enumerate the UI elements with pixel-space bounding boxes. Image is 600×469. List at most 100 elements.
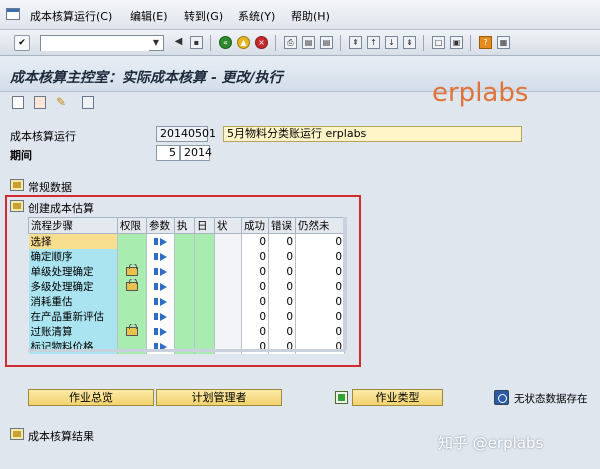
costing-results-section-label[interactable]: 成本核算结果 [28, 428, 94, 444]
results-toggle-icon[interactable] [10, 428, 24, 440]
execute-cell[interactable] [174, 324, 195, 339]
previous-page-icon[interactable]: ↑ [367, 36, 380, 49]
grid-scrollbar[interactable] [343, 217, 347, 350]
parameter-arrow-icon[interactable] [153, 327, 168, 336]
log-cell[interactable] [194, 324, 215, 339]
parameter-arrow-icon[interactable] [153, 237, 168, 246]
parameter-cell[interactable] [146, 249, 175, 264]
parameter-cell[interactable] [146, 264, 175, 279]
dropdown-arrow-icon[interactable]: ▼ [150, 37, 162, 49]
costing-run-description-field[interactable]: 5月物料分类账运行 erplabs [223, 126, 522, 142]
column-header-permission[interactable]: 权限 [117, 217, 147, 234]
general-data-section-label[interactable]: 常规数据 [28, 179, 72, 195]
parameter-cell[interactable] [146, 233, 175, 249]
column-header-log[interactable]: 日 [194, 217, 215, 234]
execute-cell[interactable] [174, 279, 195, 294]
parameter-arrow-icon[interactable] [153, 312, 168, 321]
command-input[interactable] [41, 36, 149, 51]
parameter-arrow-icon[interactable] [153, 267, 168, 276]
log-cell[interactable] [194, 249, 215, 264]
lock-icon[interactable] [126, 279, 138, 291]
display-icon[interactable] [82, 96, 94, 109]
execute-cell[interactable] [174, 249, 195, 264]
window-menu-icon[interactable] [6, 8, 20, 20]
column-header-parameter[interactable]: 参数 [146, 217, 175, 234]
permission-cell[interactable] [117, 264, 147, 279]
plan-manager-button[interactable]: 计划管理者 [156, 389, 282, 406]
execute-cell[interactable] [174, 233, 195, 249]
column-header-status[interactable]: 状 [214, 217, 242, 234]
step-name-cell[interactable]: 消耗重估 [28, 294, 118, 309]
step-name-cell[interactable]: 单级处理确定 [28, 264, 118, 279]
find-next-icon[interactable]: ▤ [320, 36, 333, 49]
back-icon[interactable]: « [219, 36, 232, 49]
create-estimate-toggle-icon[interactable] [10, 200, 24, 212]
parameter-cell[interactable] [146, 309, 175, 324]
error-count-cell: 0 [268, 309, 296, 324]
save-icon[interactable]: ▪ [190, 36, 203, 49]
parameter-cell[interactable] [146, 294, 175, 309]
step-name-cell[interactable]: 选择 [28, 233, 118, 249]
new-session-icon[interactable]: □ [432, 36, 445, 49]
exit-icon[interactable]: ▲ [237, 36, 250, 49]
refresh-status-icon[interactable] [494, 390, 509, 405]
job-type-button[interactable]: 作业类型 [352, 389, 443, 406]
step-name-cell[interactable]: 确定顺序 [28, 249, 118, 264]
lock-icon[interactable] [126, 324, 138, 336]
step-name-cell[interactable]: 多级处理确定 [28, 279, 118, 294]
menu-cost-run[interactable]: 成本核算运行(C) [30, 8, 112, 24]
new-document-icon[interactable] [12, 96, 24, 109]
pencil-icon[interactable]: ✎ [56, 96, 68, 109]
step-name-cell[interactable]: 在产品重新评估 [28, 309, 118, 324]
next-page-icon[interactable]: ↓ [385, 36, 398, 49]
execute-cell[interactable] [174, 264, 195, 279]
menu-system[interactable]: 系统(Y) [238, 8, 275, 24]
parameter-arrow-icon[interactable] [153, 297, 168, 306]
column-header-execute[interactable]: 执 [174, 217, 195, 234]
status-green-icon[interactable] [335, 391, 348, 404]
execute-cell[interactable] [174, 309, 195, 324]
find-icon[interactable]: ▤ [302, 36, 315, 49]
parameter-cell[interactable] [146, 324, 175, 339]
copy-document-icon[interactable] [34, 96, 46, 109]
execute-cell[interactable] [174, 294, 195, 309]
step-name-cell[interactable]: 过账清算 [28, 324, 118, 339]
shortcut-icon[interactable]: ▣ [450, 36, 463, 49]
column-header-pending[interactable]: 仍然未 [295, 217, 345, 234]
log-cell[interactable] [194, 294, 215, 309]
enter-checkmark-icon[interactable]: ✔ [14, 35, 30, 51]
help-icon[interactable]: ? [479, 36, 492, 49]
column-header-error[interactable]: 错误 [268, 217, 296, 234]
permission-cell[interactable] [117, 279, 147, 294]
parameter-arrow-icon[interactable] [153, 252, 168, 261]
menu-goto[interactable]: 转到(G) [184, 8, 223, 24]
parameter-cell[interactable] [146, 279, 175, 294]
period-month-field[interactable]: 5 [156, 145, 180, 161]
general-data-toggle-icon[interactable] [10, 179, 24, 191]
command-field[interactable]: ▼ [40, 35, 164, 51]
back-triangle-icon[interactable]: ◀ [172, 36, 185, 49]
cancel-icon[interactable]: × [255, 36, 268, 49]
permission-cell[interactable] [117, 324, 147, 339]
layout-menu-icon[interactable]: ▦ [497, 36, 510, 49]
parameter-arrow-icon[interactable] [153, 282, 168, 291]
log-cell[interactable] [194, 279, 215, 294]
column-header-step[interactable]: 流程步骤 [28, 217, 118, 234]
create-estimate-section-label[interactable]: 创建成本估算 [28, 200, 94, 216]
period-year-field[interactable]: 2014 [180, 145, 212, 161]
lock-icon[interactable] [126, 264, 138, 276]
menu-edit[interactable]: 编辑(E) [130, 8, 168, 24]
first-page-icon[interactable]: ⇞ [349, 36, 362, 49]
menu-help[interactable]: 帮助(H) [291, 8, 330, 24]
log-cell[interactable] [194, 309, 215, 324]
grid-horizontal-scrollbar[interactable] [28, 349, 346, 352]
log-cell[interactable] [194, 264, 215, 279]
column-header-success[interactable]: 成功 [241, 217, 269, 234]
print-icon[interactable]: ⎙ [284, 36, 297, 49]
process-steps-table: 流程步骤 权限 参数 执 日 状 成功 错误 仍然未 选择 0 0 0 确定顺序… [28, 217, 345, 354]
costing-run-date-field[interactable]: 20140501 [156, 126, 216, 142]
last-page-icon[interactable]: ⇟ [403, 36, 416, 49]
job-overview-button[interactable]: 作业总览 [28, 389, 154, 406]
log-cell[interactable] [194, 233, 215, 249]
pending-count-cell: 0 [295, 324, 345, 339]
